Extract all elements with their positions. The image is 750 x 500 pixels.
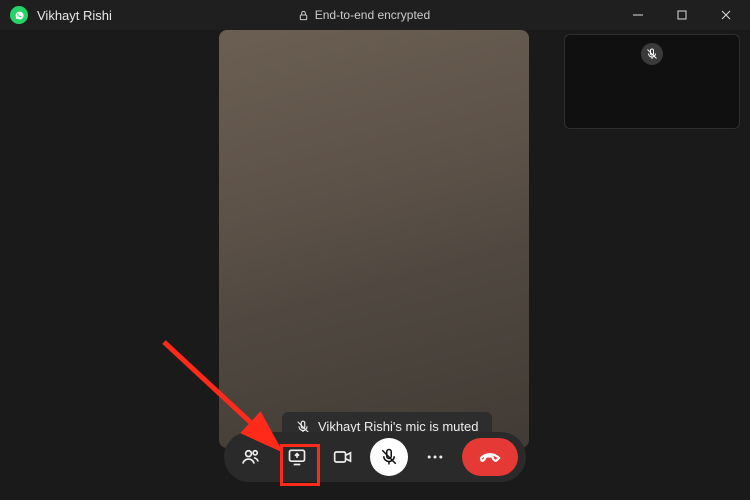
title-bar: Vikhayt Rishi End-to-end encrypted bbox=[0, 0, 750, 30]
main-video-feed bbox=[219, 30, 529, 448]
video-toggle-button[interactable] bbox=[324, 438, 362, 476]
whatsapp-icon bbox=[10, 6, 28, 24]
more-options-button[interactable] bbox=[416, 438, 454, 476]
end-call-button[interactable] bbox=[462, 438, 518, 476]
contact-name: Vikhayt Rishi bbox=[37, 8, 112, 23]
encryption-status: End-to-end encrypted bbox=[298, 8, 430, 22]
window-controls bbox=[616, 0, 748, 30]
share-screen-button[interactable] bbox=[278, 438, 316, 476]
encryption-label: End-to-end encrypted bbox=[315, 8, 430, 22]
mic-toggle-button[interactable] bbox=[370, 438, 408, 476]
maximize-button[interactable] bbox=[660, 0, 704, 30]
call-stage: Vikhayt Rishi's mic is muted bbox=[0, 30, 750, 500]
call-controls-bar bbox=[224, 432, 526, 482]
pip-mic-muted-badge bbox=[641, 43, 663, 65]
self-video-pip[interactable] bbox=[564, 34, 740, 129]
lock-icon bbox=[298, 10, 309, 21]
minimize-button[interactable] bbox=[616, 0, 660, 30]
participants-button[interactable] bbox=[232, 438, 270, 476]
close-button[interactable] bbox=[704, 0, 748, 30]
